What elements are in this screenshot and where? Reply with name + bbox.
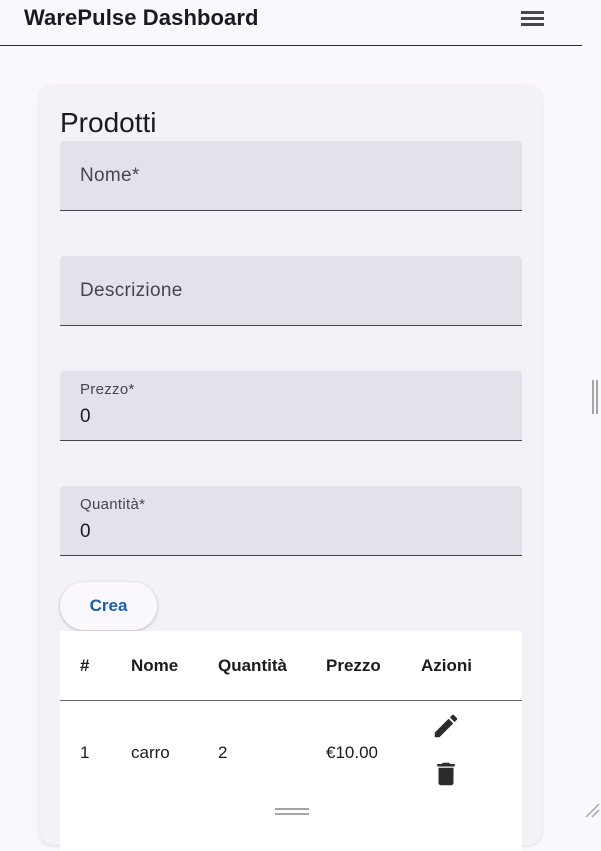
delete-icon xyxy=(437,762,455,786)
column-header-prezzo: Prezzo xyxy=(326,656,381,675)
products-table: # Nome Quantità Prezzo Azioni 1 carro 2 … xyxy=(60,631,522,851)
row-nome: carro xyxy=(131,743,170,762)
nome-field[interactable]: Nome* xyxy=(60,141,522,211)
column-header-index: # xyxy=(80,656,90,675)
side-resize-handle[interactable] xyxy=(590,380,600,416)
prezzo-label: Prezzo* xyxy=(80,381,135,398)
edit-button[interactable] xyxy=(431,711,461,741)
menu-button[interactable] xyxy=(516,4,550,32)
page-title: Prodotti xyxy=(60,107,157,138)
descrizione-label: Descrizione xyxy=(80,280,183,301)
top-app-bar: WarePulse Dashboard xyxy=(0,0,582,46)
quantita-label: Quantità* xyxy=(80,496,146,513)
edit-icon xyxy=(434,714,458,738)
row-index: 1 xyxy=(80,743,90,762)
nome-label: Nome* xyxy=(80,165,140,186)
resize-grip-icon[interactable] xyxy=(582,800,600,818)
app-title: WarePulse Dashboard xyxy=(24,5,259,30)
column-header-azioni: Azioni xyxy=(421,656,472,675)
delete-button[interactable] xyxy=(431,759,461,789)
column-header-quantita: Quantità xyxy=(218,656,287,675)
create-button[interactable]: Crea xyxy=(60,582,157,630)
quantita-value: 0 xyxy=(80,521,91,542)
table-header: # Nome Quantità Prezzo Azioni xyxy=(60,631,522,701)
prezzo-field[interactable]: Prezzo* 0 xyxy=(60,371,522,441)
quantita-field[interactable]: Quantità* 0 xyxy=(60,486,522,556)
bottom-resize-handle[interactable] xyxy=(275,806,309,816)
row-quantita: 2 xyxy=(218,743,228,762)
products-card: Prodotti Nome* Descrizione Prezzo* 0 Qua… xyxy=(39,85,542,851)
descrizione-field[interactable]: Descrizione xyxy=(60,256,522,326)
prezzo-value: 0 xyxy=(80,406,91,427)
row-prezzo: €10.00 xyxy=(326,743,378,762)
column-header-nome: Nome xyxy=(131,656,179,675)
